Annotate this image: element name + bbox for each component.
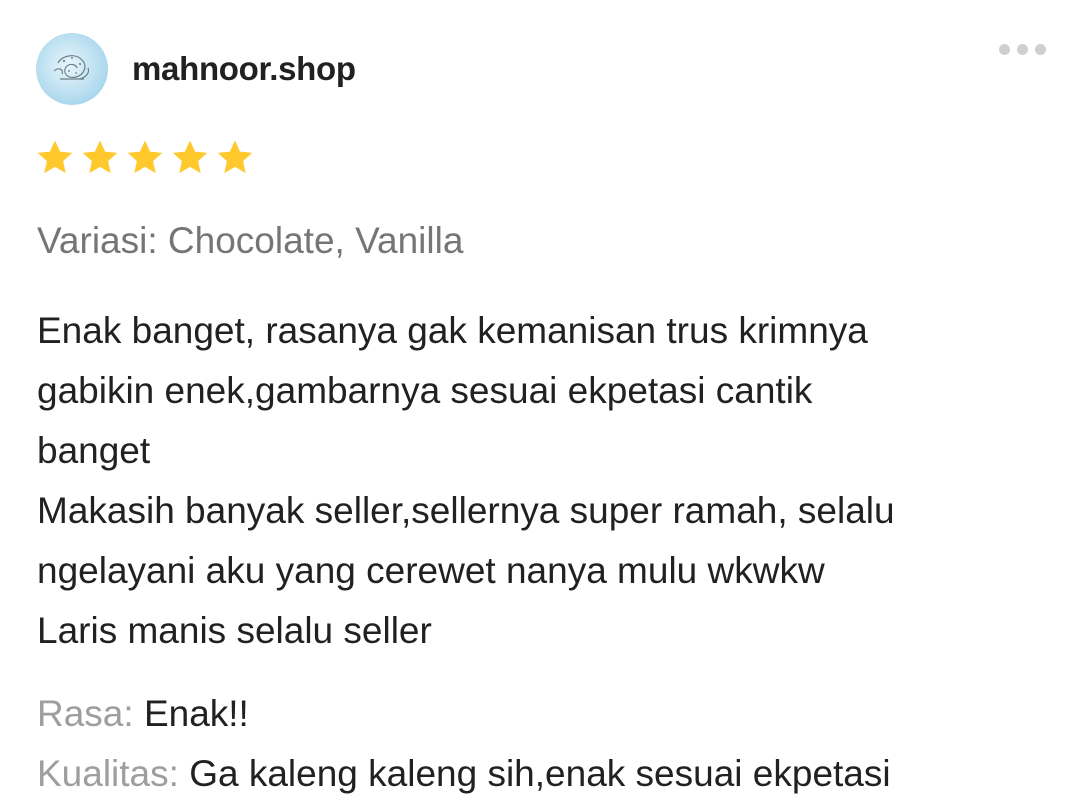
- variation-text: Variasi: Chocolate, Vanilla: [37, 220, 464, 261]
- more-horizontal-icon: [1017, 44, 1028, 55]
- attribute-value: Ga kaleng kaleng sih,enak sesuai ekpetas…: [189, 753, 891, 794]
- attribute-label: Rasa:: [37, 693, 134, 734]
- more-options-button[interactable]: [999, 44, 1046, 55]
- star-icon: [217, 140, 253, 174]
- review-text: Enak banget, rasanya gak kemanisan trus …: [37, 301, 1047, 661]
- star-icon: [82, 140, 118, 174]
- review-attributes: Rasa: Enak!! Kualitas: Ga kaleng kaleng …: [37, 684, 891, 804]
- review-line: banget: [37, 430, 151, 471]
- attribute-rasa: Rasa: Enak!!: [37, 684, 891, 744]
- more-horizontal-icon: [999, 44, 1010, 55]
- attribute-value: Enak!!: [143, 693, 249, 734]
- review-line: ngelayani aku yang cerewet nanya mulu wk…: [37, 550, 825, 591]
- more-horizontal-icon: [1035, 44, 1046, 55]
- shop-avatar[interactable]: [36, 33, 108, 105]
- attribute-label: Kualitas:: [37, 753, 179, 794]
- review-line: Laris manis selalu seller: [37, 610, 432, 651]
- review-line: gabikin enek,gambarnya sesuai ekpetasi c…: [37, 370, 813, 411]
- shop-name[interactable]: mahnoor.shop: [132, 50, 356, 88]
- star-icon: [172, 140, 208, 174]
- star-icon: [127, 140, 163, 174]
- star-rating: [35, 138, 255, 178]
- attribute-kualitas: Kualitas: Ga kaleng kaleng sih,enak sesu…: [37, 744, 891, 804]
- star-icon: [37, 140, 73, 174]
- review-line: Makasih banyak seller,sellernya super ra…: [37, 490, 895, 531]
- review-header: mahnoor.shop: [36, 33, 356, 105]
- shop-logo-avatar: [53, 55, 90, 80]
- review-line: Enak banget, rasanya gak kemanisan trus …: [37, 310, 868, 351]
